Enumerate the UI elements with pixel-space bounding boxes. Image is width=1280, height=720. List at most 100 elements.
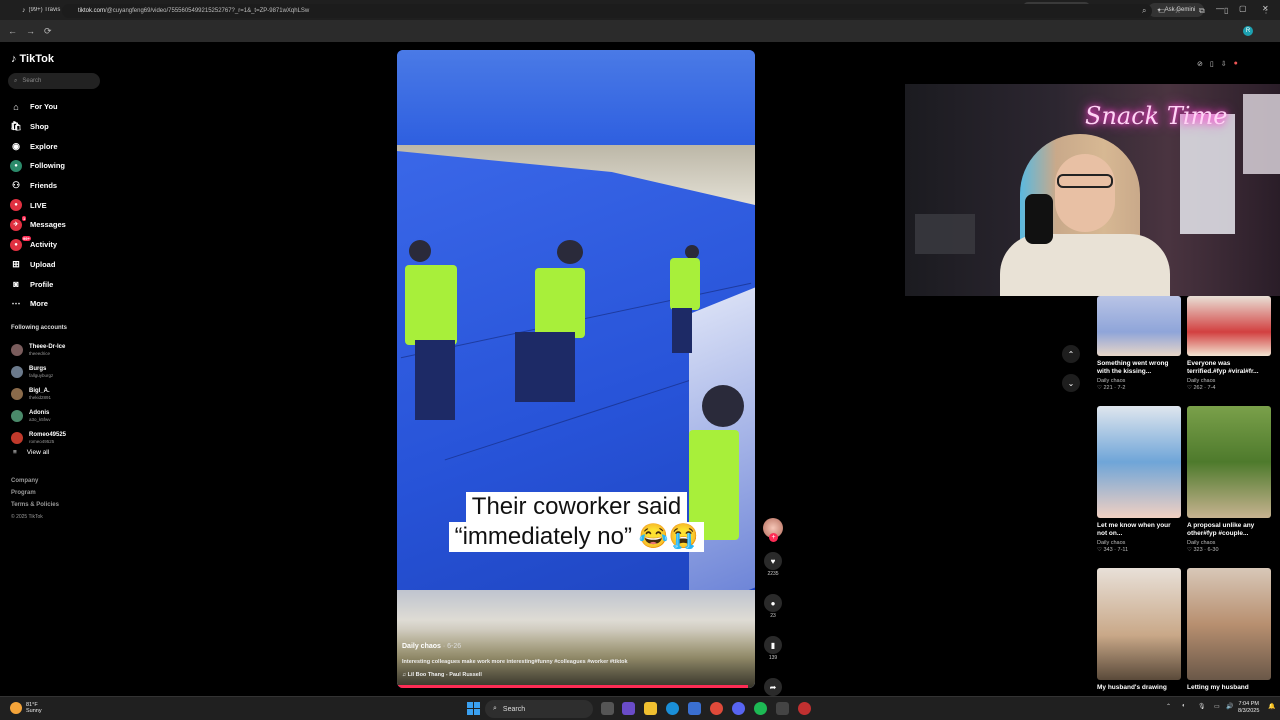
sidebar-item-more[interactable]: ⋯ More	[10, 294, 66, 314]
share-button[interactable]: ➦	[764, 678, 782, 696]
inbox-icon[interactable]: ⇩	[1221, 60, 1227, 68]
spotify-icon[interactable]	[754, 702, 767, 715]
store-icon[interactable]	[688, 702, 701, 715]
account-handle: theeedrice	[29, 351, 51, 356]
maximize-icon[interactable]: ▢	[1239, 4, 1247, 13]
previous-video-button[interactable]: ⌃	[1062, 345, 1080, 363]
more-icon: ⋯	[11, 298, 21, 309]
comment-button[interactable]: ●	[764, 594, 782, 612]
task-view-icon[interactable]	[601, 702, 614, 715]
search-input[interactable]: ⌕ Search	[8, 73, 100, 89]
sidebar-item-shop[interactable]: 🛍 Shop	[10, 117, 66, 137]
following-account[interactable]: Burgs fallguyburgz	[11, 361, 66, 383]
user-avatar-icon[interactable]: ●	[1234, 60, 1238, 68]
search-icon: ⌕	[14, 77, 18, 84]
recommended-video[interactable]: A proposal unlike any other#fyp #couple.…	[1187, 406, 1271, 553]
recommended-meta: ♡ 262 · 7-4	[1187, 385, 1216, 391]
next-video-button[interactable]: ⌄	[1062, 374, 1080, 392]
messages-icon: ✈	[10, 218, 22, 231]
sidebar-item-following[interactable]: ● Following	[10, 156, 66, 176]
like-button[interactable]: ♥	[764, 552, 782, 570]
creator-avatar[interactable]: +	[763, 518, 783, 542]
following-account[interactable]: Bigl_A. thekid2891	[11, 383, 66, 405]
video-thumbnail	[1187, 406, 1271, 518]
live-icon: ●	[10, 199, 22, 212]
worker-vest	[405, 265, 457, 345]
tray-chevron-icon[interactable]: ⌃	[1166, 703, 1171, 710]
notification-icon[interactable]: 🔔	[1268, 703, 1275, 710]
microphone-icon[interactable]: 🎙	[1198, 703, 1206, 710]
app-icon[interactable]	[776, 702, 789, 715]
follow-plus-icon[interactable]: +	[769, 533, 778, 542]
file-explorer-icon[interactable]	[644, 702, 657, 715]
network-icon[interactable]: ▭	[1214, 703, 1220, 710]
copyright-text: © 2025 TikTok	[11, 514, 43, 520]
video-player[interactable]: Their coworker said “immediately no” 😂😭 …	[397, 50, 755, 688]
sidebar-icon[interactable]: ▯	[1224, 6, 1228, 15]
avatar	[11, 410, 23, 422]
sidebar-item-profile[interactable]: ◙ Profile	[10, 274, 66, 294]
sidebar-item-messages[interactable]: ✈ 1 Messages	[10, 215, 66, 235]
notification-badge: 1	[22, 216, 27, 222]
windows-start-icon[interactable]	[467, 702, 480, 715]
obs-icon[interactable]	[798, 702, 811, 715]
extensions-icon[interactable]: ⧉	[1199, 6, 1205, 16]
menu-kebab-icon[interactable]: ⋮	[1262, 6, 1270, 15]
zoom-icon[interactable]: ⌕	[1142, 6, 1146, 16]
view-all-link[interactable]: ≡ View all	[13, 449, 49, 456]
chrome-icon[interactable]	[710, 702, 723, 715]
sidebar-item-live[interactable]: ● LIVE	[10, 195, 66, 215]
recommended-video[interactable]: Letting my husband	[1187, 568, 1271, 692]
worker-head	[702, 385, 744, 427]
forward-icon[interactable]: →	[26, 26, 36, 36]
following-account[interactable]: Adonis a3o_k5fwv	[11, 405, 66, 427]
following-account[interactable]: Theee-Dr-Ice theeedrice	[11, 339, 66, 361]
reload-icon[interactable]: ⟳	[44, 26, 54, 37]
tiktok-logo[interactable]: ♪ TikTok	[11, 53, 54, 65]
recommended-title: Something went wrong with the kissing...	[1097, 360, 1169, 375]
taskbar-clock[interactable]: 7:04 PM 8/3/2025	[1238, 701, 1259, 715]
recommended-video[interactable]: My husband's drawing	[1097, 568, 1181, 692]
video-progress-bar[interactable]	[397, 685, 748, 688]
recommended-video[interactable]: Something went wrong with the kissing...…	[1097, 296, 1181, 391]
sidebar-item-for-you[interactable]: ⌂ For You	[10, 97, 66, 117]
video-music[interactable]: ♫ Lil Boo Thang - Paul Russell	[402, 672, 482, 678]
sidebar-item-label: For You	[30, 102, 58, 112]
tray-app-icon[interactable]: ◐	[1182, 703, 1186, 709]
sidebar-item-activity[interactable]: ● 99+ Activity	[10, 235, 66, 255]
discord-icon[interactable]	[732, 702, 745, 715]
sidebar-item-upload[interactable]: ⊞ Upload	[10, 255, 66, 275]
sidebar-item-explore[interactable]: ◉ Explore	[10, 136, 66, 156]
back-icon[interactable]: ←	[8, 26, 18, 36]
cast-icon[interactable]: ▭	[1158, 6, 1166, 15]
copilot-icon[interactable]	[622, 702, 635, 715]
bookmark-star-icon[interactable]: ☆	[1174, 6, 1181, 15]
upload-icon: ⊞	[12, 258, 20, 269]
mobile-app-icon[interactable]: ▯	[1210, 60, 1214, 68]
volume-icon[interactable]: 🔊	[1226, 703, 1233, 710]
sidebar-item-label: More	[30, 299, 48, 309]
taskbar-search[interactable]: ⌕ Search	[485, 700, 593, 718]
comment-count: 23	[770, 613, 776, 619]
recommended-video[interactable]: Everyone was terrified.#fyp #viral#fr...…	[1187, 296, 1271, 391]
get-coins-icon[interactable]: ⊘	[1197, 60, 1203, 68]
address-bar-row: ← → ⟳	[0, 20, 1280, 42]
footer-program-link[interactable]: Program	[11, 490, 36, 496]
edge-icon[interactable]	[666, 702, 679, 715]
recommended-video[interactable]: Let me know when your not on... Daily cha…	[1097, 406, 1181, 553]
browser-profile-avatar[interactable]: R	[1243, 26, 1253, 36]
sidebar-item-friends[interactable]: ⚇ Friends	[10, 176, 66, 196]
url-input[interactable]: tiktok.com/@cuyangfeng69/video/755560549…	[62, 4, 1152, 18]
weather-widget[interactable]: 81°F Sunny	[10, 702, 42, 714]
following-account[interactable]: Romeo49525 romeo49525	[11, 427, 66, 449]
minimize-icon[interactable]: —	[1216, 4, 1224, 13]
save-button[interactable]: ▮	[764, 636, 782, 654]
home-icon: ⌂	[13, 101, 19, 112]
sidebar-item-label: Profile	[30, 279, 54, 289]
author-name: Daily chaos	[402, 643, 441, 650]
footer-company-link[interactable]: Company	[11, 478, 38, 484]
footer-terms-link[interactable]: Terms & Policies	[11, 502, 59, 508]
video-author[interactable]: Daily chaos · 6-26	[402, 643, 461, 650]
recommended-title: My husband's drawing	[1097, 684, 1167, 691]
following-accounts-title: Following accounts	[11, 325, 68, 331]
